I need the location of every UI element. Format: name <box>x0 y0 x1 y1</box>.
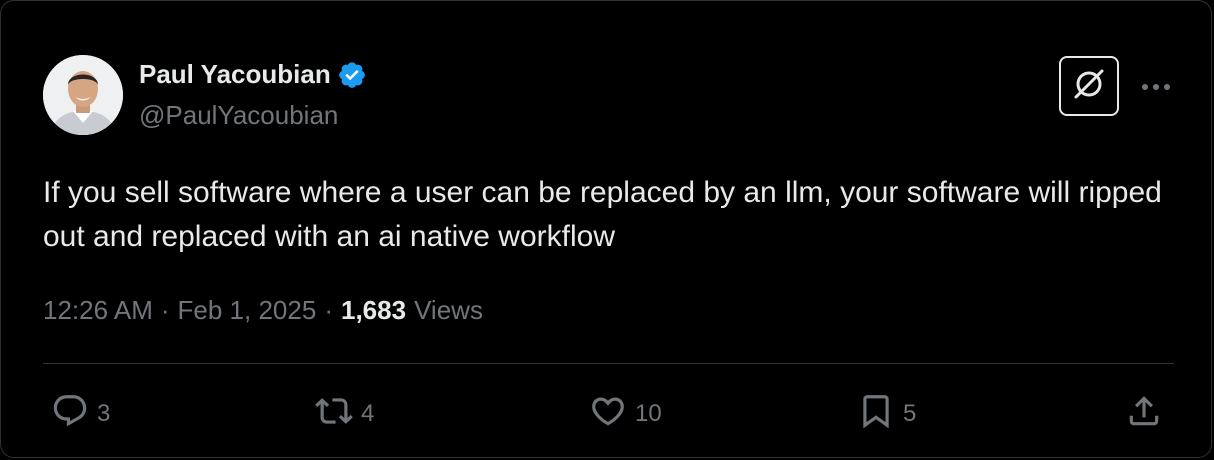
repost-icon <box>315 392 353 437</box>
author-handle[interactable]: @PaulYacoubian <box>139 100 338 131</box>
reply-count: 3 <box>97 400 111 427</box>
views-count: 1,683 <box>340 295 407 325</box>
views-label: Views <box>414 295 483 325</box>
avatar[interactable] <box>43 55 123 135</box>
like-icon <box>589 392 627 437</box>
share-button[interactable] <box>1125 389 1163 439</box>
like-button[interactable]: 10 <box>589 389 662 439</box>
grok-button[interactable] <box>1059 56 1119 116</box>
tweet-card: Paul Yacoubian @PaulYacoubian If you sel… <box>0 0 1212 458</box>
divider <box>43 363 1174 364</box>
more-options-button[interactable] <box>1139 71 1173 105</box>
bookmark-icon <box>857 392 895 437</box>
verified-badge-icon[interactable] <box>337 60 367 90</box>
tweet-text: If you sell software where a user can be… <box>43 176 1162 253</box>
like-count: 10 <box>635 400 662 427</box>
tweet-time[interactable]: 12:26 AM <box>43 295 153 326</box>
action-bar: 3 4 10 5 <box>1 389 1214 439</box>
repost-count: 4 <box>361 400 375 427</box>
meta-separator: · <box>324 295 333 325</box>
meta-separator: · <box>160 295 170 325</box>
tweet-metadata: 12:26 AM · Feb 1, 2025 · 1,683 Views <box>43 295 483 326</box>
bookmark-count: 5 <box>903 400 917 427</box>
author-display-name[interactable]: Paul Yacoubian <box>139 59 331 90</box>
share-icon <box>1125 392 1163 437</box>
grok-icon <box>1069 64 1109 109</box>
repost-button[interactable]: 4 <box>315 389 374 439</box>
reply-icon <box>51 392 89 437</box>
tweet-date[interactable]: Feb 1, 2025 <box>178 295 317 326</box>
author-display-name-row[interactable]: Paul Yacoubian <box>139 59 367 90</box>
reply-button[interactable]: 3 <box>51 389 110 439</box>
bookmark-button[interactable]: 5 <box>857 389 916 439</box>
more-icon <box>1141 79 1171 97</box>
